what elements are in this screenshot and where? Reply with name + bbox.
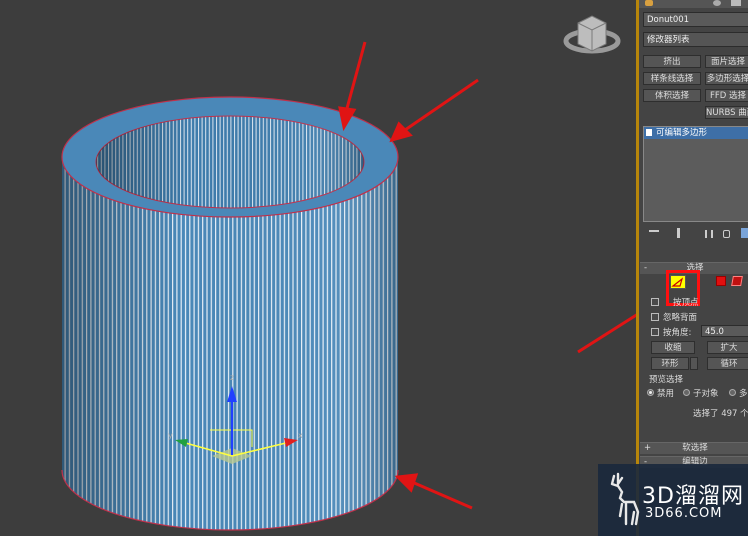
stack-item-editable-poly[interactable]: 可编辑多边形 xyxy=(644,127,748,139)
stack-toolbar xyxy=(643,228,748,240)
arrow-top-ring-1 xyxy=(338,41,367,132)
spline-select-button[interactable]: 样条线选择 xyxy=(643,72,701,85)
soft-selection-rollout-header[interactable]: + 软选择 xyxy=(640,442,748,454)
ring-spinner[interactable] xyxy=(690,357,698,370)
collapse-sign: - xyxy=(644,263,648,273)
show-end-result-icon[interactable] xyxy=(677,228,680,238)
element-mode-icon[interactable] xyxy=(731,276,743,286)
gizmo-z-label: z xyxy=(230,373,234,382)
polygon-mode-icon[interactable] xyxy=(716,276,726,286)
object-name-field[interactable]: Donut001 xyxy=(643,12,748,27)
modifier-list-dropdown[interactable]: 修改器列表 xyxy=(643,32,748,47)
configure-sets-icon[interactable] xyxy=(741,228,748,238)
gizmo-x-label: x xyxy=(298,431,303,440)
command-panel: Donut001 修改器列表 挤出 面片选择 样条线选择 多边形选择 体积选择 … xyxy=(636,0,748,536)
arrow-bottom-edge xyxy=(394,473,473,510)
poly-select-button[interactable]: 多边形选择 xyxy=(705,72,748,85)
nurbs-surface-button[interactable]: NURBS 曲面 xyxy=(705,106,748,119)
ffd-select-button[interactable]: FFD 选择 xyxy=(705,89,748,102)
stack-item-label: 可编辑多边形 xyxy=(656,128,708,138)
selection-status-text: 选择了 497 个 xyxy=(693,409,748,419)
ring-button[interactable]: 环形 xyxy=(651,357,689,370)
ignore-backfacing-checkbox[interactable] xyxy=(651,313,659,321)
extrude-button[interactable]: 挤出 xyxy=(643,55,701,68)
watermark-url: 3D66.COM xyxy=(645,506,723,521)
expand-sign: + xyxy=(644,443,652,453)
by-vertex-label: 按顶点 xyxy=(673,298,699,308)
volume-select-button[interactable]: 体积选择 xyxy=(643,89,701,102)
preview-multi-label: 多 xyxy=(739,389,748,399)
view-cube[interactable] xyxy=(563,15,621,54)
ignore-backfacing-label: 忽略背面 xyxy=(663,313,698,323)
preview-off-label: 禁用 xyxy=(657,389,675,399)
loop-button[interactable]: 循环 xyxy=(707,357,748,370)
make-unique-icon[interactable] xyxy=(705,230,713,238)
arrow-top-ring-2 xyxy=(389,78,479,143)
panel-tab-icons xyxy=(639,0,748,8)
stack-expand-icon[interactable] xyxy=(646,129,652,136)
preview-off-radio[interactable] xyxy=(647,389,654,396)
deer-logo-icon xyxy=(610,472,640,526)
soft-selection-title: 软选择 xyxy=(682,443,708,453)
preview-selection-label: 预览选择 xyxy=(649,375,684,385)
preview-multi-radio[interactable] xyxy=(729,389,736,396)
modifier-stack[interactable]: 可编辑多边形 xyxy=(643,126,748,222)
angle-value-field[interactable]: 45.0 xyxy=(701,325,748,337)
donut-cylinder[interactable] xyxy=(61,96,399,531)
by-vertex-checkbox[interactable] xyxy=(651,298,659,306)
utilities-tab-icon[interactable] xyxy=(731,0,741,6)
display-tab-icon[interactable] xyxy=(713,0,721,6)
perspective-viewport[interactable]: z y x xyxy=(0,0,636,536)
by-angle-label: 按角度: xyxy=(663,328,692,338)
by-angle-checkbox[interactable] xyxy=(651,328,659,336)
gizmo-y-label: y xyxy=(168,431,173,440)
pin-stack-icon[interactable] xyxy=(649,230,659,232)
grow-button[interactable]: 扩大 xyxy=(707,341,748,354)
face-select-button[interactable]: 面片选择 xyxy=(705,55,748,68)
shrink-button[interactable]: 收缩 xyxy=(651,341,695,354)
arrow-vertex-button xyxy=(577,313,636,354)
modify-tab-icon[interactable] xyxy=(645,0,653,6)
watermark: 3D溜溜网 3D66.COM xyxy=(598,464,748,536)
preview-subobject-label: 子对象 xyxy=(693,389,719,399)
preview-subobject-radio[interactable] xyxy=(683,389,690,396)
viewport-canvas[interactable]: z y x xyxy=(0,0,636,536)
remove-modifier-icon[interactable] xyxy=(723,230,730,238)
